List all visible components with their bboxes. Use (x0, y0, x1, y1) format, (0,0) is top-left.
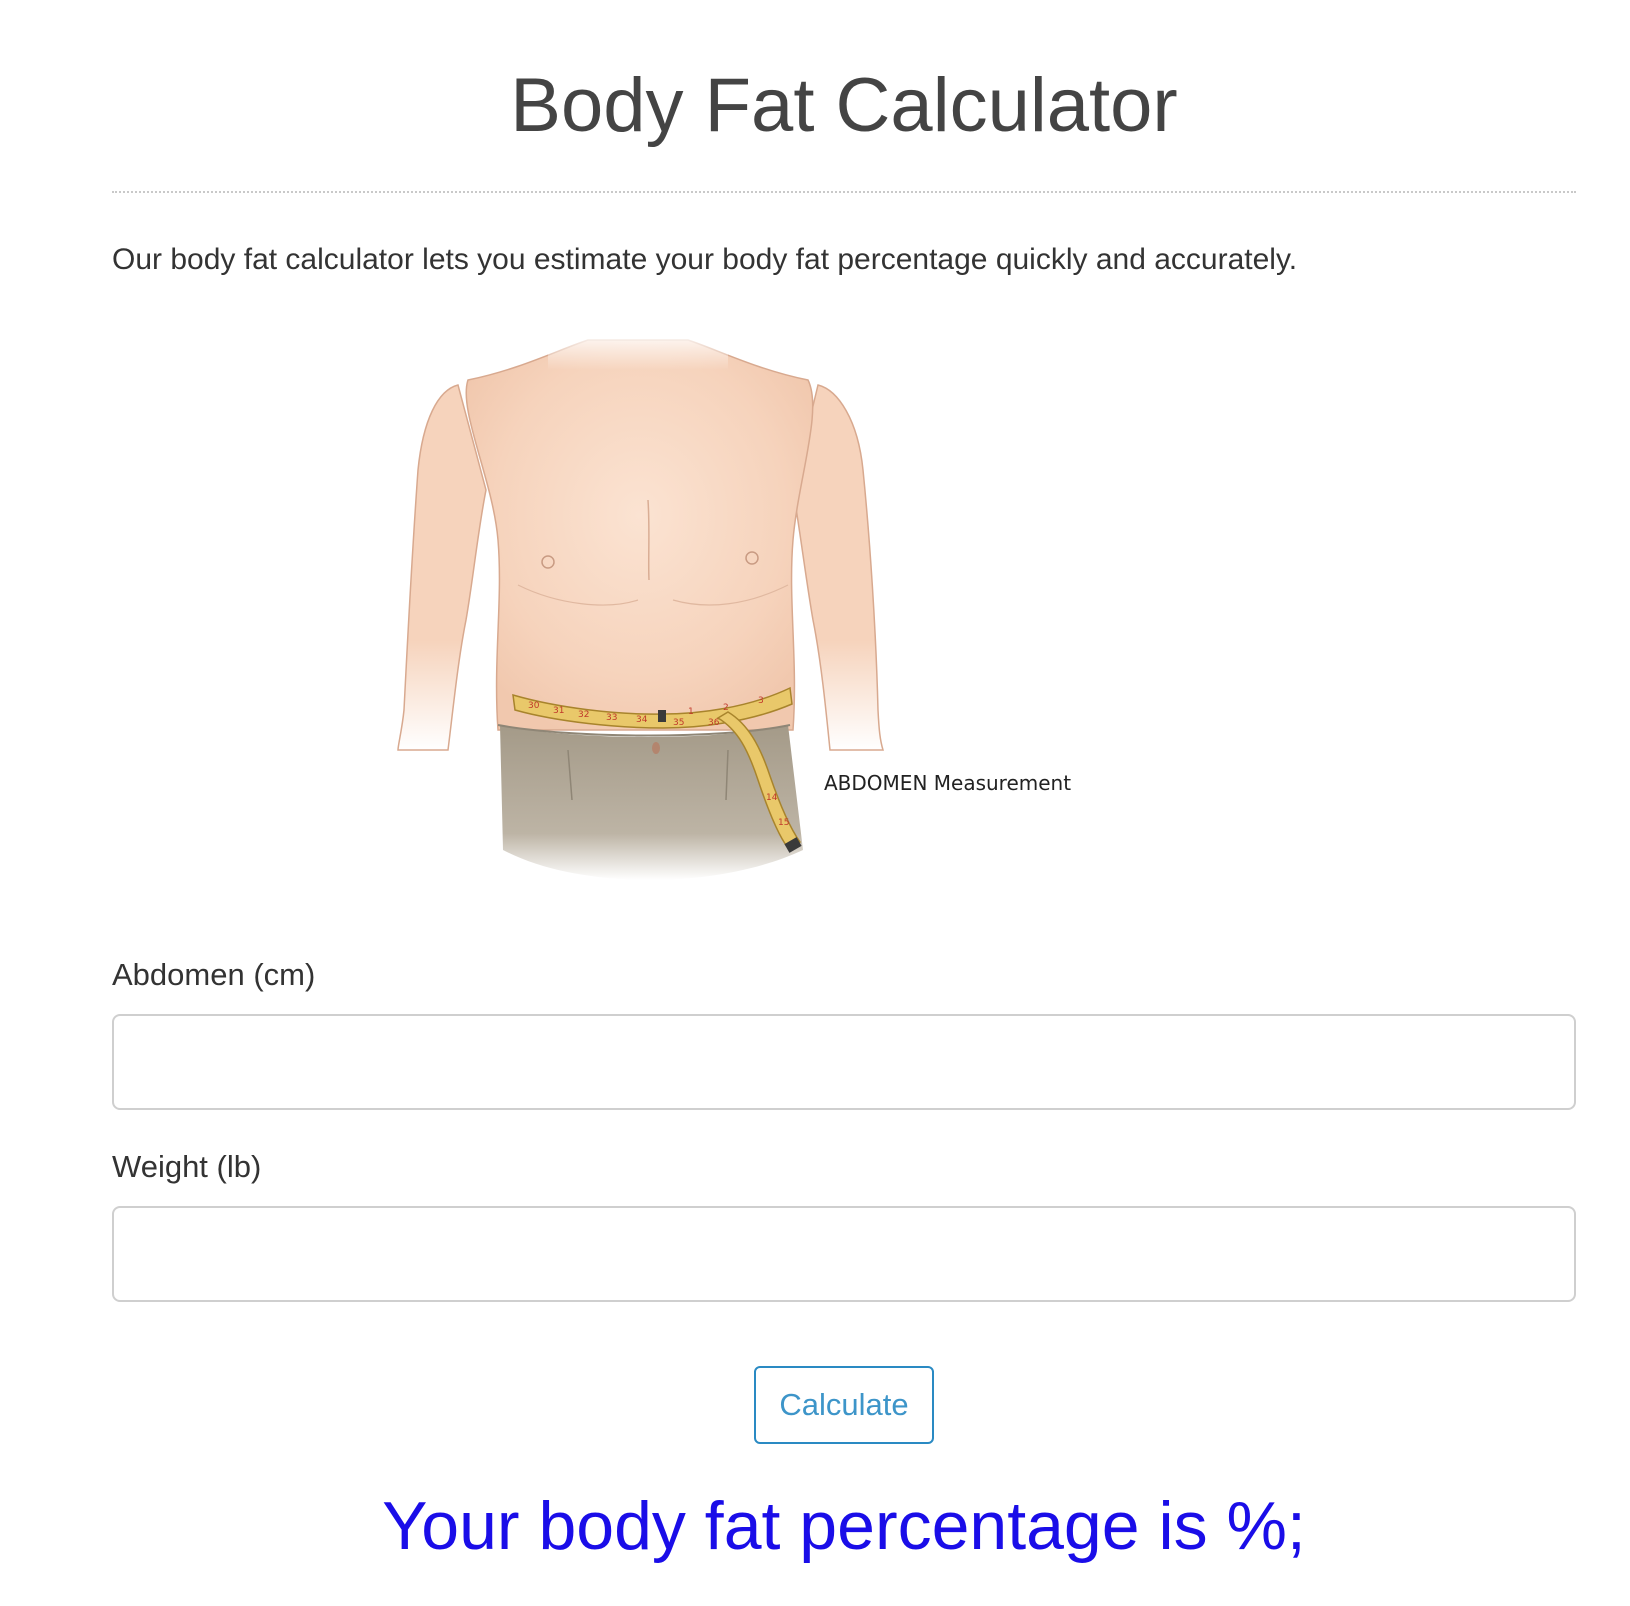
abdomen-label: Abdomen (cm) (112, 957, 316, 992)
abdomen-measurement-illustration: 30 31 32 33 34 35 36 1 2 3 14 15 ABDOMEN… (318, 330, 1148, 920)
abdomen-input[interactable] (112, 1014, 1576, 1110)
page-title: Body Fat Calculator (510, 63, 1178, 148)
svg-text:14: 14 (766, 793, 778, 803)
svg-text:32: 32 (578, 710, 589, 720)
svg-text:31: 31 (553, 706, 564, 716)
svg-text:1: 1 (688, 707, 694, 717)
svg-text:3: 3 (758, 696, 764, 706)
svg-text:35: 35 (673, 718, 684, 728)
svg-text:34: 34 (636, 715, 648, 725)
result-text: Your body fat percentage is %; (382, 1488, 1306, 1564)
illustration-caption: ABDOMEN Measurement (824, 771, 1071, 795)
weight-label: Weight (lb) (112, 1149, 262, 1184)
svg-text:33: 33 (606, 713, 617, 723)
torso-tape-measure-image: 30 31 32 33 34 35 36 1 2 3 14 15 ABDOMEN… (397, 330, 1071, 880)
svg-text:2: 2 (723, 703, 729, 713)
intro-text: Our body fat calculator lets you estimat… (112, 243, 1298, 276)
weight-input[interactable] (112, 1206, 1576, 1302)
svg-text:15: 15 (778, 818, 789, 828)
svg-text:30: 30 (528, 701, 540, 711)
title-divider (112, 191, 1576, 193)
calculate-button[interactable]: Calculate (754, 1366, 934, 1444)
svg-text:36: 36 (708, 718, 720, 728)
